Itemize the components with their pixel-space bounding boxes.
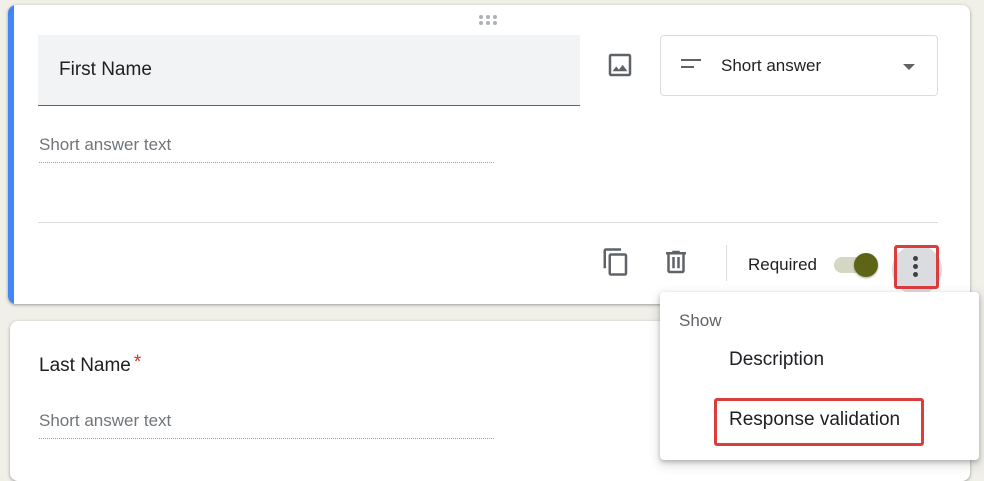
answer-placeholder: Short answer text <box>39 411 172 430</box>
question-type-dropdown[interactable]: Short answer <box>660 35 938 96</box>
active-card-accent <box>8 5 14 304</box>
answer-underline <box>39 438 494 439</box>
add-image-icon[interactable] <box>605 50 635 80</box>
duplicate-icon[interactable] <box>601 247 631 277</box>
short-answer-icon <box>681 59 701 73</box>
menu-item-description[interactable]: Description <box>729 349 824 371</box>
drag-handle-icon[interactable] <box>479 15 499 27</box>
question-title-input[interactable]: First Name <box>38 35 580 106</box>
dropdown-caret-icon <box>903 64 915 70</box>
required-label: Required <box>748 255 817 274</box>
question-title: Last Name * <box>39 352 142 377</box>
more-options-menu: Show Description Response validation <box>660 292 979 460</box>
more-options-button[interactable] <box>894 245 939 289</box>
required-asterisk: * <box>133 352 142 373</box>
footer-separator <box>726 245 727 281</box>
menu-header: Show <box>679 311 722 330</box>
delete-icon[interactable] <box>661 247 691 277</box>
required-toggle-knob[interactable] <box>854 253 878 277</box>
question-type-label: Short answer <box>721 56 822 75</box>
question-card-first-name[interactable]: First Name Short answer Short answer tex… <box>8 5 970 304</box>
answer-placeholder: Short answer text <box>39 135 172 154</box>
question-title-text: Last Name <box>39 355 131 376</box>
question-title-text: First Name <box>59 59 152 80</box>
answer-underline <box>39 162 494 163</box>
response-validation-highlight <box>714 398 924 446</box>
card-footer-divider <box>38 222 938 223</box>
